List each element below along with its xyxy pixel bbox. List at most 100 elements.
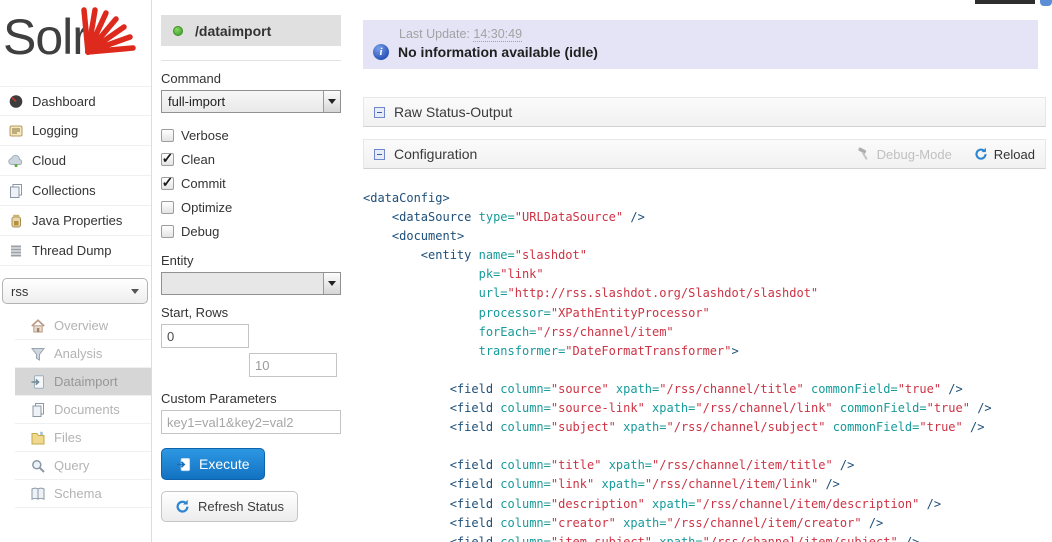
solr-logo[interactable]: Solr bbox=[0, 0, 151, 86]
info-icon: i bbox=[373, 44, 389, 60]
documents-icon bbox=[30, 402, 46, 418]
flag-debug[interactable]: Debug bbox=[161, 219, 341, 243]
core-nav-item-label: Dataimport bbox=[54, 374, 118, 389]
chevron-down-icon bbox=[323, 91, 340, 112]
custom-parameters-input[interactable] bbox=[161, 410, 341, 434]
last-update-label: Last Update: bbox=[399, 27, 470, 41]
sidebar-item-label: Thread Dump bbox=[32, 243, 111, 258]
core-nav-item-query[interactable]: Query bbox=[15, 452, 151, 480]
core-nav-item-label: Documents bbox=[54, 402, 120, 417]
sidebar-item-label: Logging bbox=[32, 123, 78, 138]
entity-select[interactable] bbox=[161, 272, 341, 295]
dashboard-icon bbox=[8, 93, 24, 109]
core-nav-item-overview[interactable]: Overview bbox=[15, 312, 151, 340]
refresh-status-button[interactable]: Refresh Status bbox=[161, 491, 298, 522]
last-update-time[interactable]: 14:30:49 bbox=[473, 27, 522, 42]
flag-commit[interactable]: Commit bbox=[161, 171, 341, 195]
core-nav-item-label: Query bbox=[54, 458, 89, 473]
start-input[interactable] bbox=[161, 324, 249, 348]
flag-verbose[interactable]: Verbose bbox=[161, 123, 341, 147]
configuration-actions: Debug-Mode Reload bbox=[857, 147, 1035, 162]
dataimport-config-xml: <dataConfig> <dataSource type="URLDataSo… bbox=[363, 189, 1046, 542]
dataimport-icon bbox=[30, 374, 46, 390]
checkbox-optimize[interactable] bbox=[161, 201, 174, 214]
execute-icon bbox=[176, 457, 191, 472]
thread-dump-icon bbox=[8, 243, 24, 259]
configuration-title: Configuration bbox=[394, 146, 477, 162]
sidebar-item-cloud[interactable]: Cloud bbox=[0, 146, 151, 176]
debug-mode-label: Debug-Mode bbox=[877, 147, 952, 162]
sidebar-item-label: Java Properties bbox=[32, 213, 122, 228]
hammer-icon bbox=[857, 147, 871, 161]
core-nav: Overview Analysis Dataimport Documents Files… bbox=[15, 312, 151, 508]
sidebar: Solr Dashboard Logging Cloud Collections Jav… bbox=[0, 0, 152, 542]
sidebar-item-label: Cloud bbox=[32, 153, 66, 168]
sidebar-item-dashboard[interactable]: Dashboard bbox=[0, 86, 151, 116]
configuration-header[interactable]: Configuration Debug-Mode Reload bbox=[363, 139, 1046, 169]
sidebar-item-collections[interactable]: Collections bbox=[0, 176, 151, 206]
analysis-icon bbox=[30, 346, 46, 362]
form-separator bbox=[161, 60, 341, 61]
handler-name: /dataimport bbox=[195, 23, 271, 39]
reload-label: Reload bbox=[994, 147, 1035, 162]
reload-button[interactable]: Reload bbox=[974, 147, 1035, 162]
core-nav-item-schema[interactable]: Schema bbox=[15, 480, 151, 508]
logging-icon bbox=[8, 123, 24, 139]
start-rows-label: Start, Rows bbox=[161, 305, 341, 320]
main-content: Last Update: 14:30:49 i No information a… bbox=[353, 0, 1052, 542]
flag-label: Commit bbox=[181, 176, 226, 191]
flag-optimize[interactable]: Optimize bbox=[161, 195, 341, 219]
core-nav-item-label: Overview bbox=[54, 318, 108, 333]
query-icon bbox=[30, 458, 46, 474]
screen-edge-artifact-blue bbox=[1040, 0, 1052, 6]
status-message: No information available (idle) bbox=[398, 44, 598, 60]
reload-icon bbox=[974, 147, 988, 161]
custom-parameters-label: Custom Parameters bbox=[161, 391, 341, 406]
execute-button[interactable]: Execute bbox=[161, 448, 265, 480]
status-dot-icon bbox=[173, 26, 183, 36]
sidebar-item-java-properties[interactable]: Java Properties bbox=[0, 206, 151, 236]
checkbox-clean[interactable] bbox=[161, 153, 174, 166]
sidebar-item-label: Collections bbox=[32, 183, 96, 198]
sidebar-item-logging[interactable]: Logging bbox=[0, 116, 151, 146]
core-selector-dropdown[interactable]: rss bbox=[2, 278, 148, 304]
collections-icon bbox=[8, 183, 24, 199]
raw-status-output-header[interactable]: Raw Status-Output bbox=[363, 97, 1046, 127]
refresh-status-label: Refresh Status bbox=[198, 499, 284, 514]
core-selector-value: rss bbox=[11, 284, 28, 299]
command-select[interactable]: full-import bbox=[161, 90, 341, 113]
flag-label: Verbose bbox=[181, 128, 229, 143]
flag-label: Debug bbox=[181, 224, 219, 239]
screen-edge-artifact-dark bbox=[975, 0, 1035, 4]
core-nav-item-documents[interactable]: Documents bbox=[15, 396, 151, 424]
solr-logo-text: Solr bbox=[3, 8, 88, 66]
core-nav-item-label: Schema bbox=[54, 486, 102, 501]
chevron-down-icon bbox=[131, 289, 139, 294]
raw-status-output-title: Raw Status-Output bbox=[394, 104, 512, 120]
sidebar-item-thread-dump[interactable]: Thread Dump bbox=[0, 236, 151, 266]
sidebar-item-label: Dashboard bbox=[32, 94, 96, 109]
command-flags: Verbose Clean Commit Optimize Debug bbox=[161, 123, 341, 243]
refresh-icon bbox=[175, 499, 190, 514]
execute-button-label: Execute bbox=[199, 456, 250, 472]
core-nav-item-dataimport[interactable]: Dataimport bbox=[15, 368, 151, 396]
command-label: Command bbox=[161, 71, 341, 86]
main-nav: Dashboard Logging Cloud Collections Java Pro… bbox=[0, 86, 151, 266]
collapse-icon[interactable] bbox=[374, 149, 385, 160]
core-nav-item-analysis[interactable]: Analysis bbox=[15, 340, 151, 368]
files-icon bbox=[30, 430, 46, 446]
flag-clean[interactable]: Clean bbox=[161, 147, 341, 171]
flag-label: Optimize bbox=[181, 200, 232, 215]
core-nav-item-files[interactable]: Files bbox=[15, 424, 151, 452]
last-update: Last Update: 14:30:49 bbox=[373, 27, 1028, 41]
checkbox-debug[interactable] bbox=[161, 225, 174, 238]
command-select-value: full-import bbox=[168, 94, 225, 109]
core-nav-item-label: Files bbox=[54, 430, 81, 445]
debug-mode-button[interactable]: Debug-Mode bbox=[857, 147, 952, 162]
rows-input[interactable] bbox=[249, 353, 337, 377]
collapse-icon[interactable] bbox=[374, 107, 385, 118]
home-icon bbox=[30, 318, 46, 334]
checkbox-verbose[interactable] bbox=[161, 129, 174, 142]
status-info-box: Last Update: 14:30:49 i No information a… bbox=[363, 20, 1038, 69]
checkbox-commit[interactable] bbox=[161, 177, 174, 190]
